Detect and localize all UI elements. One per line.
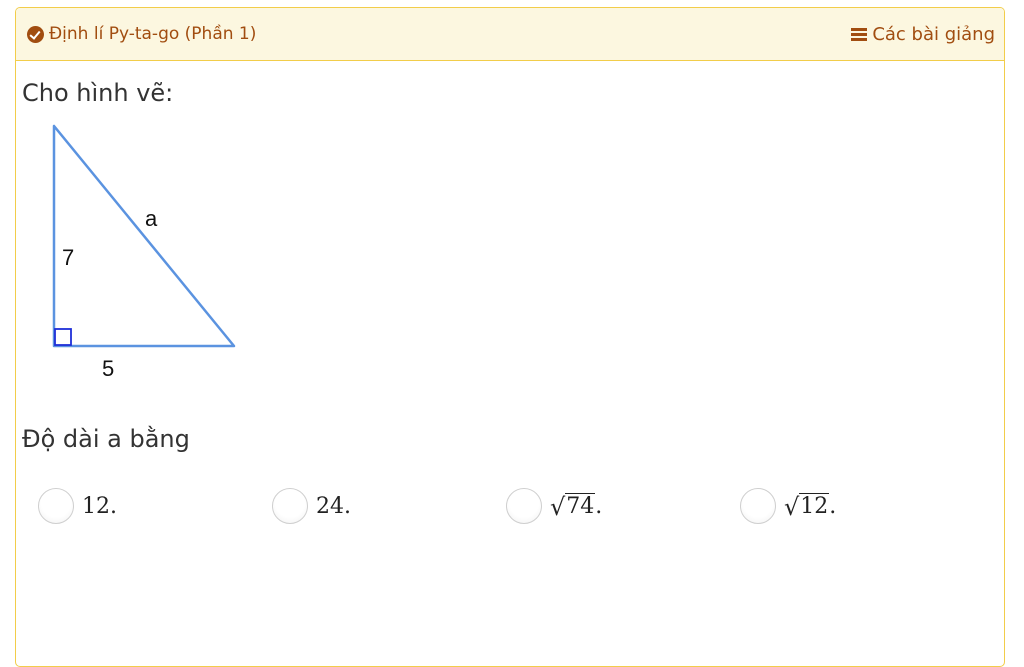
right-triangle [52,124,236,348]
option-a-text: 12. [82,494,117,519]
bars-icon [851,27,868,41]
option-c[interactable]: √ 74 . [506,488,602,524]
lessons-link-text: Các bài giảng [872,23,995,45]
sqrt-icon: √ [784,493,800,522]
triangle-figure: a 7 5 [52,124,236,381]
lessons-list-link[interactable]: Các bài giảng [851,24,995,45]
lesson-card: Định lí Py-ta-go (Phần 1) Các bài giảng … [15,7,1005,667]
option-b[interactable]: 24. [272,488,351,524]
option-c-radio[interactable] [506,488,542,524]
option-d-text: √ 12 . [784,492,837,522]
option-a-radio[interactable] [38,488,74,524]
option-c-suffix: . [595,494,603,520]
option-b-text: 24. [316,494,351,519]
option-c-radicand: 74 [565,492,596,519]
sqrt-icon: √ [550,493,566,522]
option-a-value: 12. [82,493,117,519]
label-vertical: 7 [62,245,74,270]
label-horizontal: 5 [102,356,114,381]
option-b-value: 24. [316,493,351,519]
option-b-radio[interactable] [272,488,308,524]
right-angle-marker [54,328,72,346]
option-d-radio[interactable] [740,488,776,524]
label-hypotenuse: a [145,206,158,231]
lesson-title: Định lí Py-ta-go (Phần 1) [27,24,256,44]
option-d-suffix: . [829,494,837,520]
option-d[interactable]: √ 12 . [740,488,836,524]
check-circle-icon [27,25,44,43]
answer-options: 12. 24. √ 74 . √ 12 . [16,488,1004,538]
lesson-title-text: Định lí Py-ta-go (Phần 1) [49,24,257,44]
option-c-text: √ 74 . [550,492,603,522]
option-d-radicand: 12 [799,492,830,519]
option-a[interactable]: 12. [38,488,117,524]
question-intro: Cho hình vẽ: [22,79,174,107]
question-prompt: Độ dài a bằng [22,425,190,453]
card-header: Định lí Py-ta-go (Phần 1) Các bài giảng [16,8,1004,61]
